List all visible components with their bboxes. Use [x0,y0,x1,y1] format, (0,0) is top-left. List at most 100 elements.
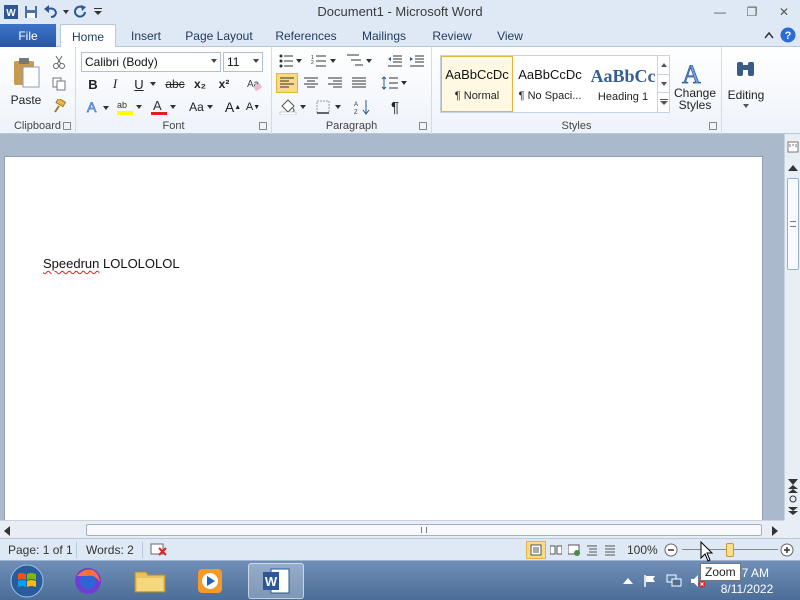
scroll-up-icon[interactable] [788,160,798,174]
full-screen-reading-button[interactable] [548,542,564,558]
underline-dropdown-icon[interactable] [148,75,158,93]
tab-insert[interactable]: Insert [120,24,172,47]
taskbar-word[interactable]: W [248,563,304,599]
vertical-scrollbar[interactable] [784,134,800,520]
shading-button[interactable] [278,97,308,117]
zoom-level[interactable]: 100% [627,542,658,558]
font-group-label: Font [162,120,185,132]
gallery-down-icon[interactable] [658,74,669,92]
styles-launcher-icon[interactable] [709,122,717,130]
justify-button[interactable] [348,73,370,93]
page-count[interactable]: Page: 1 of 1 [8,542,73,558]
outline-view-button[interactable] [584,542,600,558]
network-icon[interactable] [666,573,682,589]
tab-references[interactable]: References [268,24,344,47]
align-center-button[interactable] [300,73,322,93]
change-styles-button[interactable]: A Change Styles [674,53,716,117]
grow-font-button[interactable]: A ▲ [224,97,242,117]
scroll-right-icon[interactable] [772,525,778,539]
tab-page-layout[interactable]: Page Layout [178,24,260,47]
save-icon[interactable] [22,3,40,21]
borders-button[interactable] [314,97,344,117]
cut-button[interactable] [50,53,68,71]
subscript-button[interactable]: x₂ [190,75,210,93]
paste-button[interactable]: Paste [6,51,46,113]
gallery-more-icon[interactable] [658,92,669,110]
tab-view[interactable]: View [488,24,532,47]
web-layout-button[interactable] [566,542,582,558]
minus-icon [664,543,678,557]
scroll-left-icon[interactable] [4,525,10,539]
clipboard-launcher-icon[interactable] [63,122,71,130]
horizontal-scroll-thumb[interactable] [86,524,762,536]
maximize-button[interactable]: ❐ [736,0,768,24]
paragraph-launcher-icon[interactable] [419,122,427,130]
taskbar-explorer[interactable] [124,563,176,599]
horizontal-scrollbar[interactable] [0,520,784,538]
multilevel-list-button[interactable] [344,52,374,70]
close-button[interactable]: ✕ [768,0,800,24]
zoom-in-button[interactable] [780,542,794,558]
superscript-button[interactable]: x² [214,75,234,93]
zoom-slider-thumb[interactable] [726,543,734,557]
collapse-ribbon-icon[interactable] [764,31,774,39]
font-name-combo[interactable]: Calibri (Body) [81,52,221,72]
word-app-icon[interactable]: W [2,3,20,21]
taskbar-firefox[interactable] [62,563,114,599]
highlight-button[interactable]: ab [116,97,144,117]
bold-button[interactable]: B [84,75,102,93]
draft-view-button[interactable] [602,542,618,558]
style-normal[interactable]: AaBbCcDc ¶ Normal [441,56,513,112]
editing-button[interactable]: Editing [726,53,766,113]
tab-home[interactable]: Home [60,24,116,48]
zoom-slider[interactable] [682,542,778,558]
minimize-button[interactable]: — [704,0,736,24]
redo-icon[interactable] [72,3,90,21]
show-hide-marks-button[interactable]: ¶ [384,97,406,117]
action-center-flag-icon[interactable] [642,573,658,589]
tab-file[interactable]: File [0,24,56,47]
decrease-indent-button[interactable] [386,52,404,70]
line-spacing-button[interactable] [380,73,408,93]
tab-mailings[interactable]: Mailings [352,24,416,47]
font-color-button[interactable]: A [150,97,178,117]
proofing-status-button[interactable] [150,542,168,558]
shrink-font-button[interactable]: A ▼ [244,97,262,117]
tab-review[interactable]: Review [424,24,480,47]
style-no-spacing[interactable]: AaBbCcDc ¶ No Spaci... [514,56,586,112]
show-hidden-icons[interactable] [620,573,636,589]
next-page-icon[interactable] [788,504,798,518]
help-icon[interactable]: ? [780,27,796,43]
ruler-toggle-icon[interactable] [787,140,799,154]
strikethrough-button[interactable]: abc [164,75,186,93]
word-count[interactable]: Words: 2 [86,542,134,558]
customize-toolbar-icon[interactable] [92,3,104,21]
change-case-button[interactable]: Aa [184,97,218,117]
clear-formatting-button[interactable]: Aa [244,75,264,93]
format-painter-button[interactable] [50,97,68,115]
font-launcher-icon[interactable] [259,122,267,130]
align-right-button[interactable] [324,73,346,93]
gallery-up-icon[interactable] [658,56,669,74]
misspelled-word[interactable]: Speedrun [43,256,99,271]
italic-button[interactable]: I [106,75,124,93]
copy-button[interactable] [50,75,68,93]
sort-button[interactable]: AZ [352,97,374,117]
undo-icon[interactable] [42,3,60,21]
zoom-out-button[interactable] [664,542,678,558]
print-layout-view-button[interactable] [526,541,546,559]
underline-button[interactable]: U [130,75,148,93]
numbering-button[interactable]: 12 [310,52,338,70]
document-body-text[interactable]: Speedrun LOLOLOLOL [43,256,180,271]
start-button[interactable] [2,563,52,599]
font-size-combo[interactable]: 11 [223,52,263,72]
bullets-button[interactable] [278,52,304,70]
vertical-scroll-thumb[interactable] [787,178,799,270]
undo-dropdown-icon[interactable] [62,3,70,21]
increase-indent-button[interactable] [408,52,426,70]
taskbar-media-player[interactable] [184,563,236,599]
text-effects-button[interactable]: A [84,97,112,117]
style-heading-1[interactable]: AaBbCc Heading 1 [587,56,659,112]
document-page[interactable]: Speedrun LOLOLOLOL [4,156,763,526]
align-left-button[interactable] [276,73,298,93]
